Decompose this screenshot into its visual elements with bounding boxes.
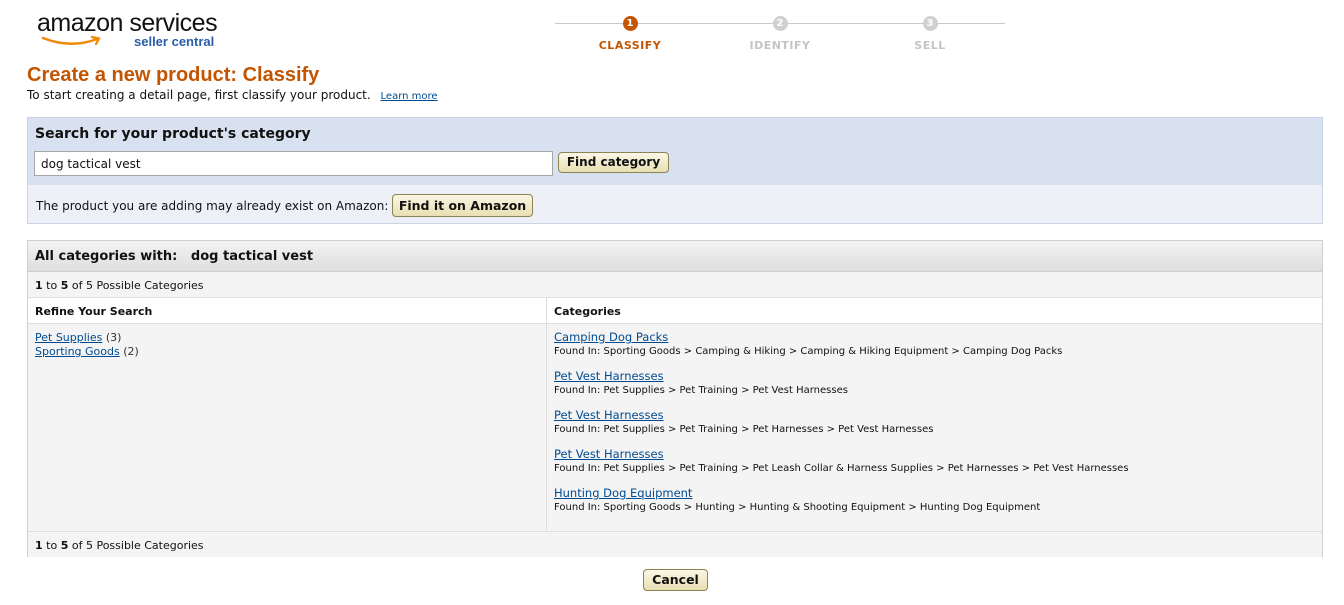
categories-heading: Categories [554, 305, 621, 318]
find-on-amazon-button[interactable]: Find it on Amazon [392, 194, 533, 217]
refine-column-header: Refine Your Search [28, 298, 547, 324]
refine-count: (3) [105, 331, 122, 344]
category-list: Camping Dog Packs Found In: Sporting Goo… [547, 324, 1322, 530]
step-label: IDENTIFY [749, 39, 811, 52]
results-heading: All categories with: dog tactical vest [35, 249, 313, 264]
results-header: All categories with: dog tactical vest [28, 241, 1322, 272]
step-identify: 2 IDENTIFY [720, 14, 840, 52]
results-count-bottom: 1 to 5 of 5 Possible Categories [28, 531, 1322, 557]
category-item: Pet Vest Harnesses Found In: Pet Supplie… [554, 408, 933, 435]
results-query: dog tactical vest [190, 249, 314, 264]
category-item: Camping Dog Packs Found In: Sporting Goo… [554, 330, 1062, 357]
page-subtitle: To start creating a detail page, first c… [27, 88, 438, 102]
step-number-badge: 1 [622, 16, 638, 31]
search-heading: Search for your product's category [35, 126, 311, 142]
category-link[interactable]: Hunting Dog Equipment [554, 486, 692, 500]
refine-item: Pet Supplies (3) [35, 331, 121, 344]
existing-product-text: The product you are adding may already e… [36, 199, 389, 213]
existing-product-section: The product you are adding may already e… [28, 185, 1322, 223]
refine-count: (2) [123, 345, 139, 358]
results-count-text: 1 to 5 of 5 Possible Categories [35, 539, 204, 552]
category-path: Found In: Pet Supplies > Pet Training > … [554, 424, 934, 435]
subtitle-text: To start creating a detail page, first c… [27, 88, 371, 102]
category-search-input[interactable] [34, 151, 553, 176]
results-count-text: 1 to 5 of 5 Possible Categories [35, 279, 204, 292]
step-label: CLASSIFY [598, 39, 662, 52]
categories-column-header: Categories [547, 298, 1322, 324]
find-category-button[interactable]: Find category [558, 152, 669, 173]
step-label: SELL [914, 39, 946, 52]
results-count-top: 1 to 5 of 5 Possible Categories [28, 272, 1322, 298]
step-number-badge: 2 [772, 16, 788, 31]
progress-stepper: 1 CLASSIFY 2 IDENTIFY 3 SELL [555, 14, 1005, 58]
refine-item: Sporting Goods (2) [35, 345, 139, 358]
step-classify: 1 CLASSIFY [570, 14, 690, 52]
amazon-smile-icon [41, 35, 101, 46]
category-link[interactable]: Pet Vest Harnesses [554, 408, 664, 422]
refine-link-sporting-goods[interactable]: Sporting Goods [35, 345, 120, 358]
refine-heading: Refine Your Search [35, 305, 153, 318]
results-heading-prefix: All categories with: [35, 249, 178, 264]
category-results-panel: All categories with: dog tactical vest 1… [27, 240, 1323, 557]
category-link[interactable]: Pet Vest Harnesses [554, 447, 664, 461]
step-sell: 3 SELL [870, 14, 990, 52]
category-path: Found In: Sporting Goods > Camping & Hik… [554, 346, 1063, 357]
learn-more-link[interactable]: Learn more [381, 91, 438, 102]
category-path: Found In: Sporting Goods > Hunting > Hun… [554, 502, 1041, 513]
category-path: Found In: Pet Supplies > Pet Training > … [554, 463, 1129, 474]
category-item: Pet Vest Harnesses Found In: Pet Supplie… [554, 369, 848, 396]
refine-link-pet-supplies[interactable]: Pet Supplies [35, 331, 102, 344]
search-section: Search for your product's category Find … [28, 118, 1322, 186]
refine-list: Pet Supplies (3) Sporting Goods (2) [28, 324, 547, 530]
page-title: Create a new product: Classify [27, 64, 320, 86]
cancel-button[interactable]: Cancel [643, 569, 708, 591]
logo-subtitle: seller central [134, 34, 215, 49]
category-link[interactable]: Camping Dog Packs [554, 330, 668, 344]
category-item: Hunting Dog Equipment Found In: Sporting… [554, 486, 1040, 513]
category-item: Pet Vest Harnesses Found In: Pet Supplie… [554, 447, 1129, 474]
step-number-badge: 3 [922, 16, 938, 31]
category-link[interactable]: Pet Vest Harnesses [554, 369, 664, 383]
category-search-panel: Search for your product's category Find … [27, 117, 1323, 224]
amazon-services-logo[interactable]: amazon services seller central [37, 8, 237, 53]
category-path: Found In: Pet Supplies > Pet Training > … [554, 385, 848, 396]
